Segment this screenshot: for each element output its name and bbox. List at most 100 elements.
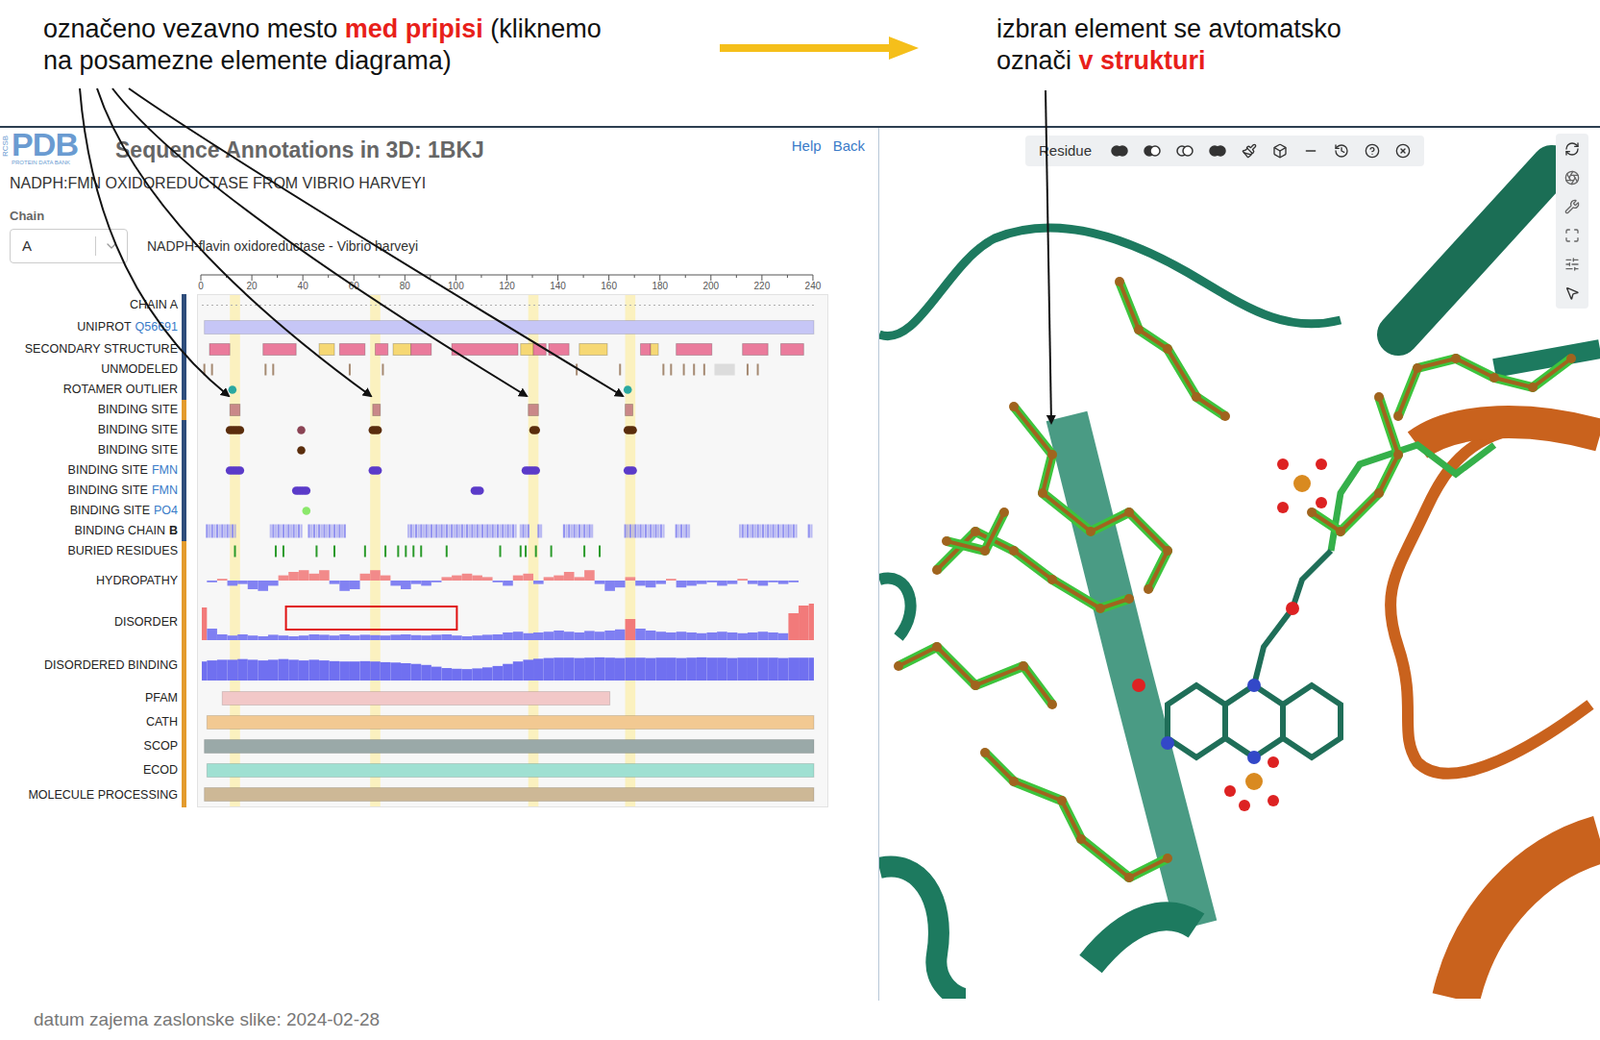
feature-dot[interactable] (373, 466, 383, 475)
binding-bar (482, 666, 493, 681)
selection-mode[interactable]: Residue (1038, 140, 1096, 163)
help-icon[interactable] (1364, 143, 1380, 159)
highlight-column (528, 480, 540, 501)
history-icon[interactable] (1333, 143, 1350, 159)
disorder-bar (645, 630, 657, 640)
track-label-tag[interactable]: Q56691 (135, 318, 178, 337)
molecule-3d-view[interactable] (879, 127, 1600, 999)
feature-dot[interactable] (531, 466, 541, 475)
feature-box[interactable] (229, 404, 241, 417)
header-link[interactable]: Back (833, 135, 865, 158)
track-label: SCOP (0, 734, 178, 759)
snapshot-icon[interactable] (1564, 170, 1580, 186)
expand-icon[interactable] (1564, 227, 1580, 244)
pdb-logo: RCSBPDBPROTEIN DATA BANK (0, 129, 116, 167)
feature-dot[interactable] (296, 445, 306, 455)
main-area: RCSBPDBPROTEIN DATA BANKSequence Annotat… (0, 125, 1600, 1001)
feature-dot[interactable] (531, 425, 541, 435)
feature-bar[interactable] (221, 691, 610, 706)
feature-bar[interactable] (206, 715, 814, 730)
annotation-text: izbran element se avtomatsko (996, 14, 1342, 44)
track-group-bar (181, 643, 187, 687)
feature-box[interactable] (528, 404, 540, 417)
hydropathy-bar (471, 575, 483, 581)
disorder-bar (696, 633, 708, 640)
pointer-icon[interactable] (1564, 285, 1580, 301)
track-cell (196, 643, 829, 687)
feature-bar[interactable] (204, 320, 814, 335)
binding-bar (400, 663, 412, 681)
hydropathy-bar (462, 573, 473, 581)
disorder-bar (502, 632, 514, 640)
hydropathy-bar (686, 580, 697, 586)
feature-bar[interactable] (204, 739, 814, 754)
feature-dot[interactable] (236, 425, 246, 435)
feature-stripe (810, 524, 813, 539)
feature-tick (419, 545, 422, 558)
structure-viewer[interactable]: Residue (879, 127, 1600, 1001)
highlight-column (625, 561, 637, 600)
sliders-icon[interactable] (1564, 256, 1580, 272)
reset-icon[interactable] (1564, 141, 1580, 157)
hydropathy-bar (420, 580, 432, 586)
feature-stripe (407, 524, 410, 539)
feature-dot[interactable] (296, 425, 306, 435)
disorder-bar (767, 632, 779, 640)
feature-dot[interactable] (302, 506, 312, 516)
feature-bar[interactable] (206, 763, 814, 778)
axis-tick-label: 240 (805, 280, 822, 292)
chain-select[interactable]: A (9, 228, 128, 264)
feature-dot[interactable] (236, 466, 246, 475)
hydropathy-bar (319, 569, 330, 581)
axis-tick-label: 0 (197, 280, 204, 292)
feature-dot[interactable] (628, 425, 638, 435)
hydropathy-bar (665, 578, 677, 581)
hydropathy-bar (360, 573, 371, 581)
right-annotation: izbran element se avtomatskooznači v str… (918, 0, 1342, 77)
header-link[interactable]: Help (791, 135, 822, 158)
highlight-column (528, 520, 540, 542)
track-label-tag[interactable]: PO4 (153, 501, 178, 520)
highlight-column (528, 541, 540, 562)
track-row: BINDING CHAINB (0, 520, 879, 542)
track-cell (196, 561, 829, 600)
minus-icon[interactable] (1303, 143, 1319, 159)
settings-icon[interactable] (1564, 198, 1580, 215)
close-icon[interactable] (1395, 143, 1411, 159)
disorder-bar (349, 635, 361, 640)
feature-dot[interactable] (302, 486, 312, 495)
feature-dot[interactable] (628, 466, 638, 475)
highlight-column (229, 520, 241, 542)
feature-dot[interactable] (373, 425, 383, 435)
feature-stripe (447, 524, 450, 539)
feature-box[interactable] (372, 404, 381, 417)
hydropathy-bar (737, 578, 748, 581)
feature-box (780, 344, 804, 356)
feature-stripe (685, 524, 688, 539)
binding-bar (227, 659, 239, 681)
feature-box[interactable] (625, 404, 634, 417)
track-label-tag[interactable]: FMN (151, 461, 178, 480)
feature-box (742, 344, 769, 356)
track-cell (196, 315, 829, 340)
binding-bar (696, 657, 708, 681)
binding-bar (390, 662, 401, 681)
feature-tick (575, 364, 578, 376)
track-chart (197, 782, 830, 807)
feature-box (393, 344, 412, 356)
hydropathy-bar (778, 580, 789, 585)
disorder-bar (329, 635, 341, 640)
feature-bar[interactable] (204, 787, 814, 802)
track-label-tag[interactable]: FMN (151, 481, 178, 500)
hydropathy-bar (573, 576, 585, 581)
track-row: ROTAMER OUTLIER (0, 379, 879, 400)
paintbrush-icon[interactable] (1241, 143, 1257, 159)
highlight-column (369, 520, 381, 542)
arrow-line (1045, 90, 1052, 423)
cube-icon[interactable] (1272, 143, 1288, 159)
track-chart (197, 686, 830, 711)
feature-dot[interactable] (475, 486, 485, 495)
track-row: BINDING SITEFMN (0, 480, 879, 501)
feature-stripe (422, 524, 425, 539)
disorder-bar (706, 632, 717, 640)
